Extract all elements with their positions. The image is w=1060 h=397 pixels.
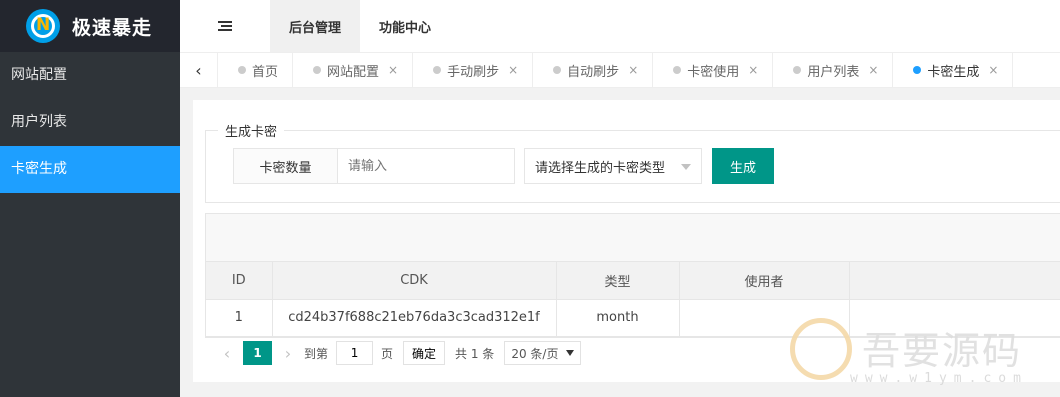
tab-label: 卡密生成 xyxy=(927,64,980,80)
page-size-select[interactable]: 20 条/页 xyxy=(504,341,582,365)
tab-scroll-left-button[interactable]: ‹ xyxy=(180,53,218,87)
dot-icon xyxy=(238,66,246,74)
logo-icon xyxy=(26,9,60,43)
current-page-button[interactable]: 1 xyxy=(243,341,272,365)
column-header-id[interactable]: ID xyxy=(206,262,273,300)
page-unit-label: 页 xyxy=(381,346,394,361)
pagination: ‹ 1 › 到第 页 确定 共 1 条 20 条/页 xyxy=(205,334,1060,372)
cell-id: 1 xyxy=(206,299,273,337)
column-header-type[interactable]: 类型 xyxy=(556,262,680,300)
tab-card-use[interactable]: 卡密使用 × xyxy=(653,53,774,87)
sidebar-item-user-list[interactable]: 用户列表 xyxy=(0,99,180,146)
panel-title: 生成卡密 xyxy=(225,125,278,140)
dot-icon xyxy=(553,66,562,74)
table-row[interactable]: 1 cd24b37f688c21eb76da3c3cad312e1f month xyxy=(206,299,1060,337)
tab-label: 自动刷步 xyxy=(567,64,620,80)
dot-icon xyxy=(793,66,802,74)
close-icon[interactable]: × xyxy=(628,63,638,77)
header-tab-functions[interactable]: 功能中心 xyxy=(360,0,450,52)
tab-label: 手动刷步 xyxy=(447,64,500,80)
column-header-cdk[interactable]: CDK xyxy=(272,262,557,300)
tab-auto-step[interactable]: 自动刷步 × xyxy=(533,53,654,87)
cell-cdk: cd24b37f688c21eb76da3c3cad312e1f xyxy=(272,299,557,337)
tab-label: 卡密使用 xyxy=(687,64,740,80)
card-type-select[interactable]: 请选择生成的卡密类型 xyxy=(524,148,702,184)
dot-icon xyxy=(313,66,322,74)
cell-user xyxy=(679,299,850,337)
close-icon[interactable]: × xyxy=(508,63,518,77)
menu-icon xyxy=(218,21,232,31)
tab-site-config[interactable]: 网站配置 × xyxy=(293,53,414,87)
goto-page-input[interactable] xyxy=(336,341,374,365)
dot-icon xyxy=(913,66,922,74)
column-header-extra xyxy=(849,262,1060,300)
cell-extra xyxy=(849,299,1060,337)
app-title: 极速暴走 xyxy=(72,16,153,39)
cell-type: month xyxy=(556,299,680,337)
column-header-user[interactable]: 使用者 xyxy=(679,262,850,300)
close-icon[interactable]: × xyxy=(748,63,758,77)
goto-confirm-button[interactable]: 确定 xyxy=(403,341,446,365)
table-toolbar xyxy=(206,214,1060,262)
tab-label: 网站配置 xyxy=(327,64,380,80)
card-table: ID CDK 类型 使用者 1 cd24b37f688c21eb76da3c3c… xyxy=(205,213,1060,338)
page-size-value: 20 条/页 xyxy=(511,346,559,361)
close-icon[interactable]: × xyxy=(868,63,878,77)
prev-page-button[interactable]: ‹ xyxy=(217,344,237,363)
total-count: 共 1 条 xyxy=(455,346,495,361)
tab-label: 用户列表 xyxy=(807,64,860,80)
goto-label: 到第 xyxy=(304,346,329,361)
generate-button[interactable]: 生成 xyxy=(712,148,774,184)
caret-down-icon xyxy=(681,164,691,170)
tab-label: 首页 xyxy=(252,64,279,80)
next-page-button[interactable]: › xyxy=(278,344,298,363)
header-tab-admin[interactable]: 后台管理 xyxy=(270,0,361,52)
sidebar-item-site-config[interactable]: 网站配置 xyxy=(0,52,180,99)
tab-manual-step[interactable]: 手动刷步 × xyxy=(413,53,534,87)
dot-icon xyxy=(433,66,442,74)
chevron-left-icon: ‹ xyxy=(195,60,202,80)
main-content: 生成卡密 卡密数量 请选择生成的卡密类型 生成 ID CDK 类型 使用者 xyxy=(193,100,1060,382)
top-header: 后台管理 功能中心 xyxy=(180,0,1060,52)
menu-toggle-button[interactable] xyxy=(180,0,270,52)
quantity-input[interactable] xyxy=(337,148,515,184)
sidebar-item-card-generate[interactable]: 卡密生成 xyxy=(0,146,180,193)
card-type-select-value: 请选择生成的卡密类型 xyxy=(535,160,666,176)
close-icon[interactable]: × xyxy=(388,63,398,77)
quantity-label: 卡密数量 xyxy=(233,148,337,184)
tab-card-generate[interactable]: 卡密生成 × xyxy=(893,53,1014,87)
logo[interactable]: 极速暴走 xyxy=(0,0,180,52)
dot-icon xyxy=(673,66,682,74)
page-tabbar: ‹ 首页 网站配置 × 手动刷步 × 自动刷步 × 卡密使用 × 用户列表 × … xyxy=(180,52,1060,88)
table-header-row: ID CDK 类型 使用者 xyxy=(206,262,1060,300)
tab-home[interactable]: 首页 xyxy=(218,53,294,87)
tab-user-list[interactable]: 用户列表 × xyxy=(773,53,894,87)
generate-form: 卡密数量 请选择生成的卡密类型 生成 xyxy=(233,148,774,184)
caret-down-icon xyxy=(566,350,575,356)
close-icon[interactable]: × xyxy=(988,63,998,77)
sidebar: 极速暴走 网站配置 用户列表 卡密生成 xyxy=(0,0,180,397)
